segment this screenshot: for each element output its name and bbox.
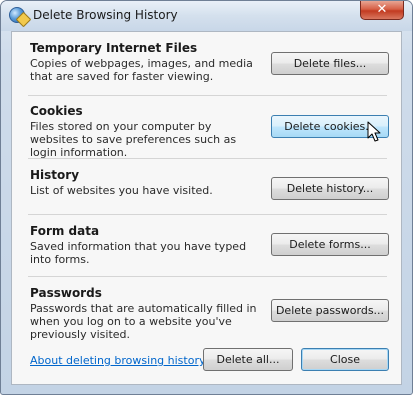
delete-browsing-history-dialog: Delete Browsing History ✕ Temporary Inte…	[0, 0, 413, 395]
window-close-button[interactable]: ✕	[360, 1, 404, 20]
about-deleting-browsing-history-link[interactable]: About deleting browsing history	[30, 354, 205, 367]
section-description: List of websites you have visited.	[30, 184, 213, 197]
dialog-content: Temporary Internet Files Copies of webpa…	[11, 31, 402, 385]
section-title: Cookies	[30, 104, 83, 118]
title-bar[interactable]: Delete Browsing History ✕	[1, 1, 412, 31]
divider	[28, 214, 387, 215]
close-button[interactable]: Close	[301, 348, 389, 371]
delete-all-button[interactable]: Delete all...	[203, 348, 293, 371]
delete-files-button[interactable]: Delete files...	[271, 52, 389, 75]
window-title: Delete Browsing History	[33, 8, 178, 22]
divider	[28, 276, 387, 277]
section-description: Copies of webpages, images, and media th…	[30, 57, 253, 83]
divider	[28, 158, 387, 159]
internet-explorer-icon	[9, 7, 25, 23]
section-description: Saved information that you have typed in…	[30, 240, 247, 266]
section-title: Temporary Internet Files	[30, 41, 198, 55]
delete-history-button[interactable]: Delete history...	[271, 177, 389, 200]
section-title: Passwords	[30, 286, 102, 300]
delete-forms-button[interactable]: Delete forms...	[271, 233, 389, 256]
section-title: Form data	[30, 224, 100, 238]
divider	[28, 95, 387, 96]
section-title: History	[30, 168, 80, 182]
section-description: Files stored on your computer by website…	[30, 120, 237, 159]
section-description: Passwords that are automatically filled …	[30, 302, 257, 341]
mouse-pointer-icon	[367, 121, 381, 142]
delete-passwords-button[interactable]: Delete passwords...	[271, 299, 389, 322]
